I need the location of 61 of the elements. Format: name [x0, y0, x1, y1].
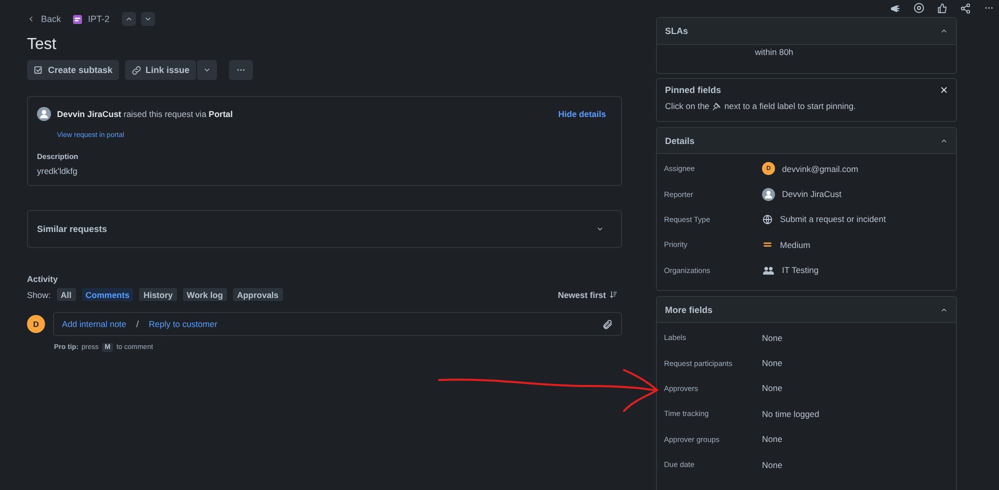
- activity-heading: Activity: [27, 274, 59, 284]
- link-icon: [130, 64, 142, 76]
- similar-requests-title: Similar requests: [37, 224, 108, 234]
- field-value: None: [762, 460, 784, 470]
- megaphone-icon: [890, 2, 901, 14]
- back-link[interactable]: Back: [27, 14, 62, 24]
- share-icon: [960, 2, 971, 14]
- field-value: Medium: [780, 240, 810, 250]
- show-label: Show:: [27, 290, 51, 300]
- chevron-down-icon: [202, 66, 211, 74]
- field-value: Submit a request or incident: [780, 214, 886, 224]
- pinned-hint-text: next to a field label to start pinning.: [724, 101, 856, 111]
- similar-requests-panel[interactable]: Similar requests: [27, 210, 622, 248]
- eye-icon: [913, 2, 925, 14]
- pin-icon: [712, 102, 722, 110]
- field-value: IT Testing: [782, 265, 819, 276]
- issue-key-link[interactable]: IPT-2: [73, 14, 110, 24]
- slas-title: SLAs: [665, 26, 688, 36]
- sort-order-button[interactable]: Newest first: [558, 290, 606, 300]
- link-issue-button[interactable]: Link issue: [124, 60, 196, 80]
- create-subtask-button[interactable]: Create subtask: [27, 60, 119, 80]
- field-value: devvink@gmail.com: [782, 164, 858, 174]
- more-fields-title: More fields: [665, 304, 713, 314]
- thumbs-up-icon: [937, 2, 948, 14]
- request-raised-text: Devvin JiraCust raised this request via Portal: [57, 109, 233, 119]
- sla-goal-text: within 80h: [754, 47, 794, 57]
- activity-filter-tab[interactable]: History: [139, 288, 177, 301]
- comment-box[interactable]: Add internal note / Reply to customer: [53, 312, 622, 336]
- field-value: None: [762, 434, 784, 444]
- close-icon: [940, 86, 948, 94]
- description-text: yredk'ldkfg: [37, 166, 78, 176]
- paperclip-icon: [602, 318, 613, 330]
- issue-title: Test: [27, 36, 58, 54]
- field-value: None: [762, 358, 784, 368]
- pinned-fields-title: Pinned fields: [665, 85, 722, 95]
- previous-button[interactable]: [122, 12, 136, 26]
- request-type-icon: [73, 14, 82, 24]
- activity-filter-tab[interactable]: All: [56, 288, 76, 301]
- user-avatar: D: [27, 315, 45, 333]
- activity-filter-tab[interactable]: Work log: [182, 288, 227, 301]
- field-value: None: [762, 332, 784, 343]
- add-internal-note-link[interactable]: Add internal note: [62, 319, 126, 329]
- reply-to-customer-link[interactable]: Reply to customer: [148, 319, 218, 329]
- details-title: Details: [665, 136, 695, 146]
- reporter-avatar: [37, 107, 51, 121]
- field-value: Devvin JiraCust: [782, 189, 842, 200]
- globe-icon: [762, 214, 773, 225]
- people-icon: [762, 264, 775, 276]
- chevron-up-icon: [124, 15, 133, 23]
- pinned-hint-text: Click on the: [665, 101, 710, 111]
- field-value: No time logged: [762, 408, 820, 419]
- subtask-icon: [33, 64, 44, 76]
- hide-details-link[interactable]: Hide details: [558, 109, 606, 119]
- separator-text: /: [136, 319, 139, 329]
- sort-icon: [609, 290, 618, 299]
- chevron-down-icon: [144, 15, 152, 23]
- activity-filter-tab[interactable]: Approvals: [232, 288, 283, 301]
- reporter-avatar: [762, 188, 775, 201]
- activity-filter-tab[interactable]: Comments: [82, 288, 134, 301]
- next-button[interactable]: [140, 12, 155, 26]
- field-value: None: [762, 383, 784, 394]
